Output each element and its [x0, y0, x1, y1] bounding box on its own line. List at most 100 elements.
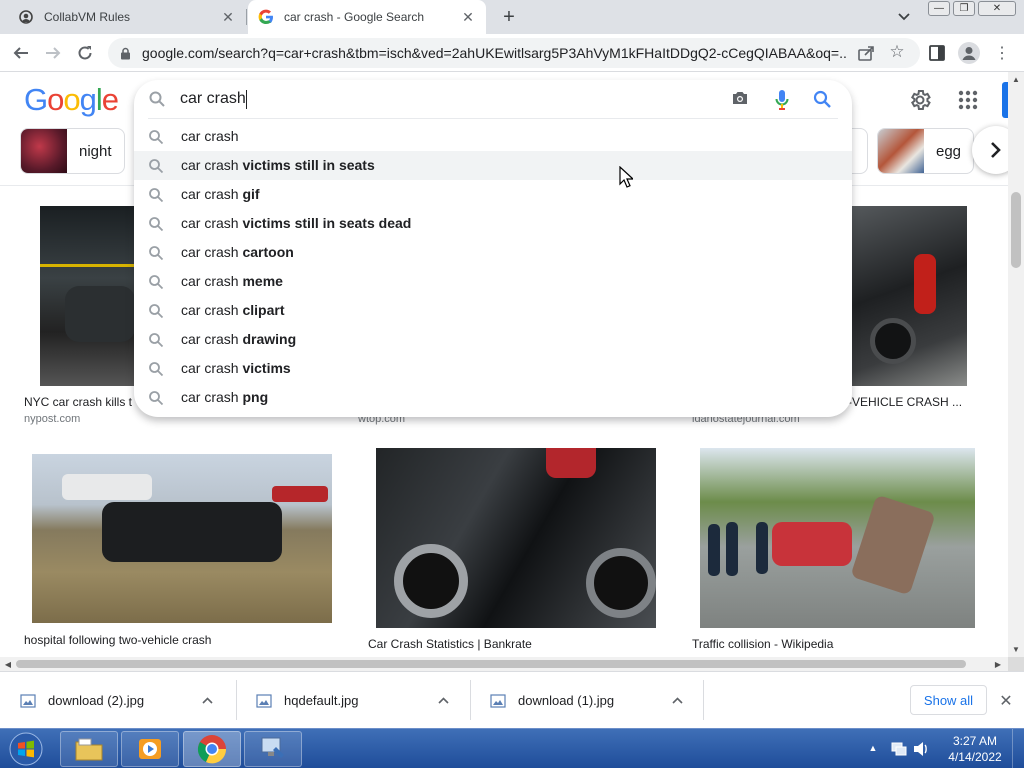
share-icon[interactable]: [857, 44, 875, 62]
suggestion-text: car crash victims still in seats dead: [181, 215, 412, 231]
chrome-icon: [197, 735, 227, 764]
suggestion-text: car crash cartoon: [181, 244, 294, 260]
chevron-up-icon[interactable]: [434, 692, 452, 710]
kebab-menu-icon[interactable]: ⋮: [994, 43, 1010, 63]
result-image[interactable]: [700, 448, 975, 628]
result-image[interactable]: [852, 206, 967, 386]
tab-search-chevron-icon[interactable]: [894, 8, 914, 26]
google-logo[interactable]: Google: [24, 82, 119, 118]
volume-tray-icon[interactable]: [912, 740, 930, 758]
suggestion-item[interactable]: car crash victims still in seats dead: [134, 209, 852, 238]
chevron-up-icon[interactable]: [198, 692, 216, 710]
tab-close-icon[interactable]: ✕: [460, 9, 476, 25]
vertical-scrollbar[interactable]: ▲ ▼: [1008, 72, 1024, 657]
taskbar-network-app[interactable]: [244, 731, 302, 767]
profile-avatar-icon[interactable]: [958, 42, 980, 64]
window-close-button[interactable]: ✕: [978, 1, 1016, 16]
system-clock[interactable]: 3:27 AM 4/14/2022: [944, 733, 1006, 765]
tab-title: CollabVM Rules: [44, 10, 131, 24]
search-submit-icon[interactable]: [812, 89, 834, 111]
search-input[interactable]: [180, 88, 720, 110]
taskbar-chrome[interactable]: [183, 731, 241, 767]
horizontal-scrollbar[interactable]: ◀ ▶: [0, 657, 1008, 671]
taskbar-file-explorer[interactable]: [60, 731, 118, 767]
taskbar-media-player[interactable]: [121, 731, 179, 767]
new-tab-button[interactable]: +: [498, 6, 520, 28]
download-filename: download (2).jpg: [48, 693, 145, 708]
image-result-card[interactable]: Car Crash Statistics | Bankrate: [364, 448, 668, 657]
suggestion-item[interactable]: car crash victims: [134, 354, 852, 383]
network-tray-icon[interactable]: [890, 740, 908, 758]
url-text[interactable]: google.com/search?q=car+crash&tbm=isch&v…: [142, 45, 848, 61]
result-title[interactable]: -VEHICLE CRASH ...: [848, 395, 968, 409]
image-file-icon: [490, 693, 506, 709]
google-apps-grid-icon[interactable]: [958, 90, 980, 112]
suggestion-item[interactable]: car crash cartoon: [134, 238, 852, 267]
suggestion-item[interactable]: car crash clipart: [134, 296, 852, 325]
address-bar[interactable]: google.com/search?q=car+crash&tbm=isch&v…: [108, 38, 920, 68]
show-all-downloads-button[interactable]: Show all: [910, 685, 987, 715]
result-title[interactable]: hospital following two-vehicle crash: [24, 633, 324, 647]
tab-google-search[interactable]: car crash - Google Search ✕: [248, 0, 486, 34]
start-button[interactable]: [4, 730, 48, 768]
result-source: nypost.com: [24, 413, 81, 425]
tray-expand-arrow-icon[interactable]: ▲: [866, 741, 880, 755]
window-minimize-button[interactable]: —: [928, 1, 950, 16]
result-title[interactable]: Car Crash Statistics | Bankrate: [368, 637, 658, 651]
result-image[interactable]: [376, 448, 656, 628]
mouse-pointer-icon: [619, 165, 635, 188]
download-item[interactable]: download (2).jpg: [0, 672, 236, 729]
bookmark-star-icon[interactable]: ☆: [888, 42, 906, 61]
search-box[interactable]: [134, 80, 852, 118]
chip-thumbnail: [21, 129, 67, 173]
suggestion-item[interactable]: car crash drawing: [134, 325, 852, 354]
suggestion-item[interactable]: car crash meme: [134, 267, 852, 296]
search-icon: [148, 158, 164, 174]
search-icon: [148, 245, 164, 261]
suggestion-item[interactable]: car crash: [134, 122, 852, 151]
side-panel-icon[interactable]: [928, 44, 946, 62]
image-file-icon: [256, 693, 272, 709]
result-title[interactable]: Traffic collision - Wikipedia: [692, 637, 972, 651]
scroll-down-arrow-icon[interactable]: ▼: [1008, 642, 1024, 656]
download-item[interactable]: hqdefault.jpg: [236, 672, 470, 729]
chevron-up-icon[interactable]: [668, 692, 686, 710]
scroll-left-arrow-icon[interactable]: ◀: [2, 657, 14, 671]
horizontal-scroll-thumb[interactable]: [16, 660, 966, 668]
search-icon: [148, 361, 164, 377]
camera-search-icon[interactable]: [731, 90, 751, 110]
suggestion-item[interactable]: car crash png: [134, 383, 852, 412]
back-arrow-icon[interactable]: [10, 42, 32, 64]
settings-gear-icon[interactable]: [908, 88, 932, 112]
close-downloads-icon[interactable]: ✕: [996, 691, 1016, 711]
google-favicon-icon: [258, 9, 274, 25]
suggestions-divider: [148, 118, 838, 119]
forward-arrow-icon[interactable]: [42, 42, 64, 64]
lock-icon[interactable]: [118, 46, 132, 60]
result-image[interactable]: [32, 454, 332, 623]
suggestion-text: car crash gif: [181, 186, 260, 202]
chips-next-chevron-icon[interactable]: [972, 126, 1008, 174]
suggestion-text: car crash clipart: [181, 302, 285, 318]
image-result-card[interactable]: Traffic collision - Wikipedia: [688, 448, 988, 657]
tab-collabvm-rules[interactable]: CollabVM Rules ✕: [8, 0, 246, 34]
microphone-icon[interactable]: [774, 89, 792, 111]
scroll-right-arrow-icon[interactable]: ▶: [992, 657, 1004, 671]
tab-close-icon[interactable]: ✕: [220, 9, 236, 25]
search-icon: [148, 129, 164, 145]
show-desktop-button[interactable]: [1012, 729, 1024, 768]
search-icon: [148, 390, 164, 406]
vertical-scroll-thumb[interactable]: [1011, 192, 1021, 268]
filter-chip-egg[interactable]: egg: [877, 128, 975, 174]
suggestion-item[interactable]: car crash gif: [134, 180, 852, 209]
reload-icon[interactable]: [74, 42, 96, 64]
filter-chip-night[interactable]: night: [20, 128, 125, 174]
suggestion-item[interactable]: car crash victims still in seats: [134, 151, 852, 180]
image-result-card[interactable]: hospital following two-vehicle crash: [20, 448, 344, 657]
window-restore-button[interactable]: ❐: [953, 1, 975, 16]
media-player-icon: [139, 739, 161, 759]
scroll-up-arrow-icon[interactable]: ▲: [1008, 72, 1024, 86]
chip-label: night: [79, 142, 112, 160]
download-item[interactable]: download (1).jpg: [470, 672, 704, 729]
download-filename: hqdefault.jpg: [284, 693, 359, 708]
